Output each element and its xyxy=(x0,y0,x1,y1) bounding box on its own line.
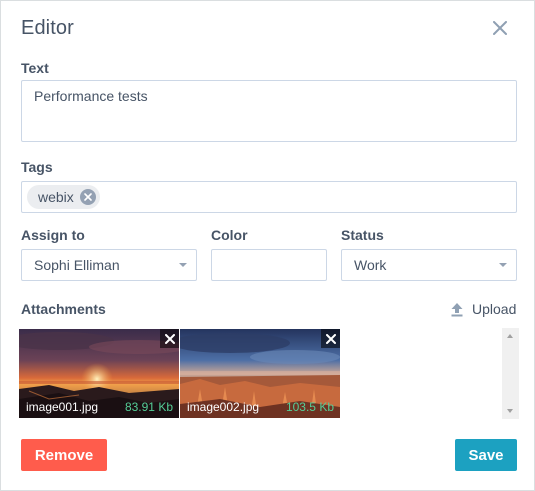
save-button[interactable]: Save xyxy=(455,439,517,471)
attachment-name: image002.jpg xyxy=(187,400,260,414)
tag-chip: webix xyxy=(27,185,100,209)
upload-button[interactable]: Upload xyxy=(450,299,516,319)
color-picker[interactable] xyxy=(211,249,327,281)
status-value: Work xyxy=(354,257,387,273)
text-textarea[interactable]: Performance tests xyxy=(21,80,517,142)
assign-to-select[interactable]: Sophi Elliman xyxy=(21,249,197,281)
assign-to-value: Sophi Elliman xyxy=(34,257,120,273)
attachments-scrollbar[interactable] xyxy=(502,328,519,419)
remove-attachment-icon[interactable] xyxy=(160,329,179,348)
attachment-size: 83.91 Kb xyxy=(124,400,173,414)
close-button[interactable] xyxy=(489,16,511,40)
editor-dialog: Editor Text Performance tests Tags webix… xyxy=(0,0,535,491)
remove-tag-icon[interactable] xyxy=(79,189,96,205)
upload-label: Upload xyxy=(472,301,517,317)
status-label: Status xyxy=(341,227,384,243)
assign-to-label: Assign to xyxy=(21,227,85,243)
tag-label: webix xyxy=(38,189,74,205)
tags-label: Tags xyxy=(21,159,53,175)
attachments-label: Attachments xyxy=(21,301,106,317)
tags-input[interactable]: webix xyxy=(21,181,517,213)
chevron-down-icon xyxy=(179,263,187,267)
color-label: Color xyxy=(211,227,248,243)
attachment-item[interactable]: image001.jpg 83.91 Kb xyxy=(19,329,179,418)
attachment-name: image001.jpg xyxy=(26,400,99,414)
status-select[interactable]: Work xyxy=(341,249,517,281)
remove-attachment-icon[interactable] xyxy=(321,329,340,348)
attachment-item[interactable]: image002.jpg 103.5 Kb xyxy=(180,329,340,418)
text-label: Text xyxy=(21,60,49,76)
attachments-list: image001.jpg 83.91 Kb image002.jpg 103.5… xyxy=(19,328,518,419)
chevron-down-icon xyxy=(499,263,507,267)
scroll-up-icon[interactable] xyxy=(507,334,513,338)
scroll-down-icon[interactable] xyxy=(507,409,513,413)
upload-icon xyxy=(451,302,463,316)
close-icon xyxy=(493,21,507,35)
attachment-size: 103.5 Kb xyxy=(285,400,334,414)
dialog-title: Editor xyxy=(21,17,74,39)
remove-button[interactable]: Remove xyxy=(21,439,107,471)
